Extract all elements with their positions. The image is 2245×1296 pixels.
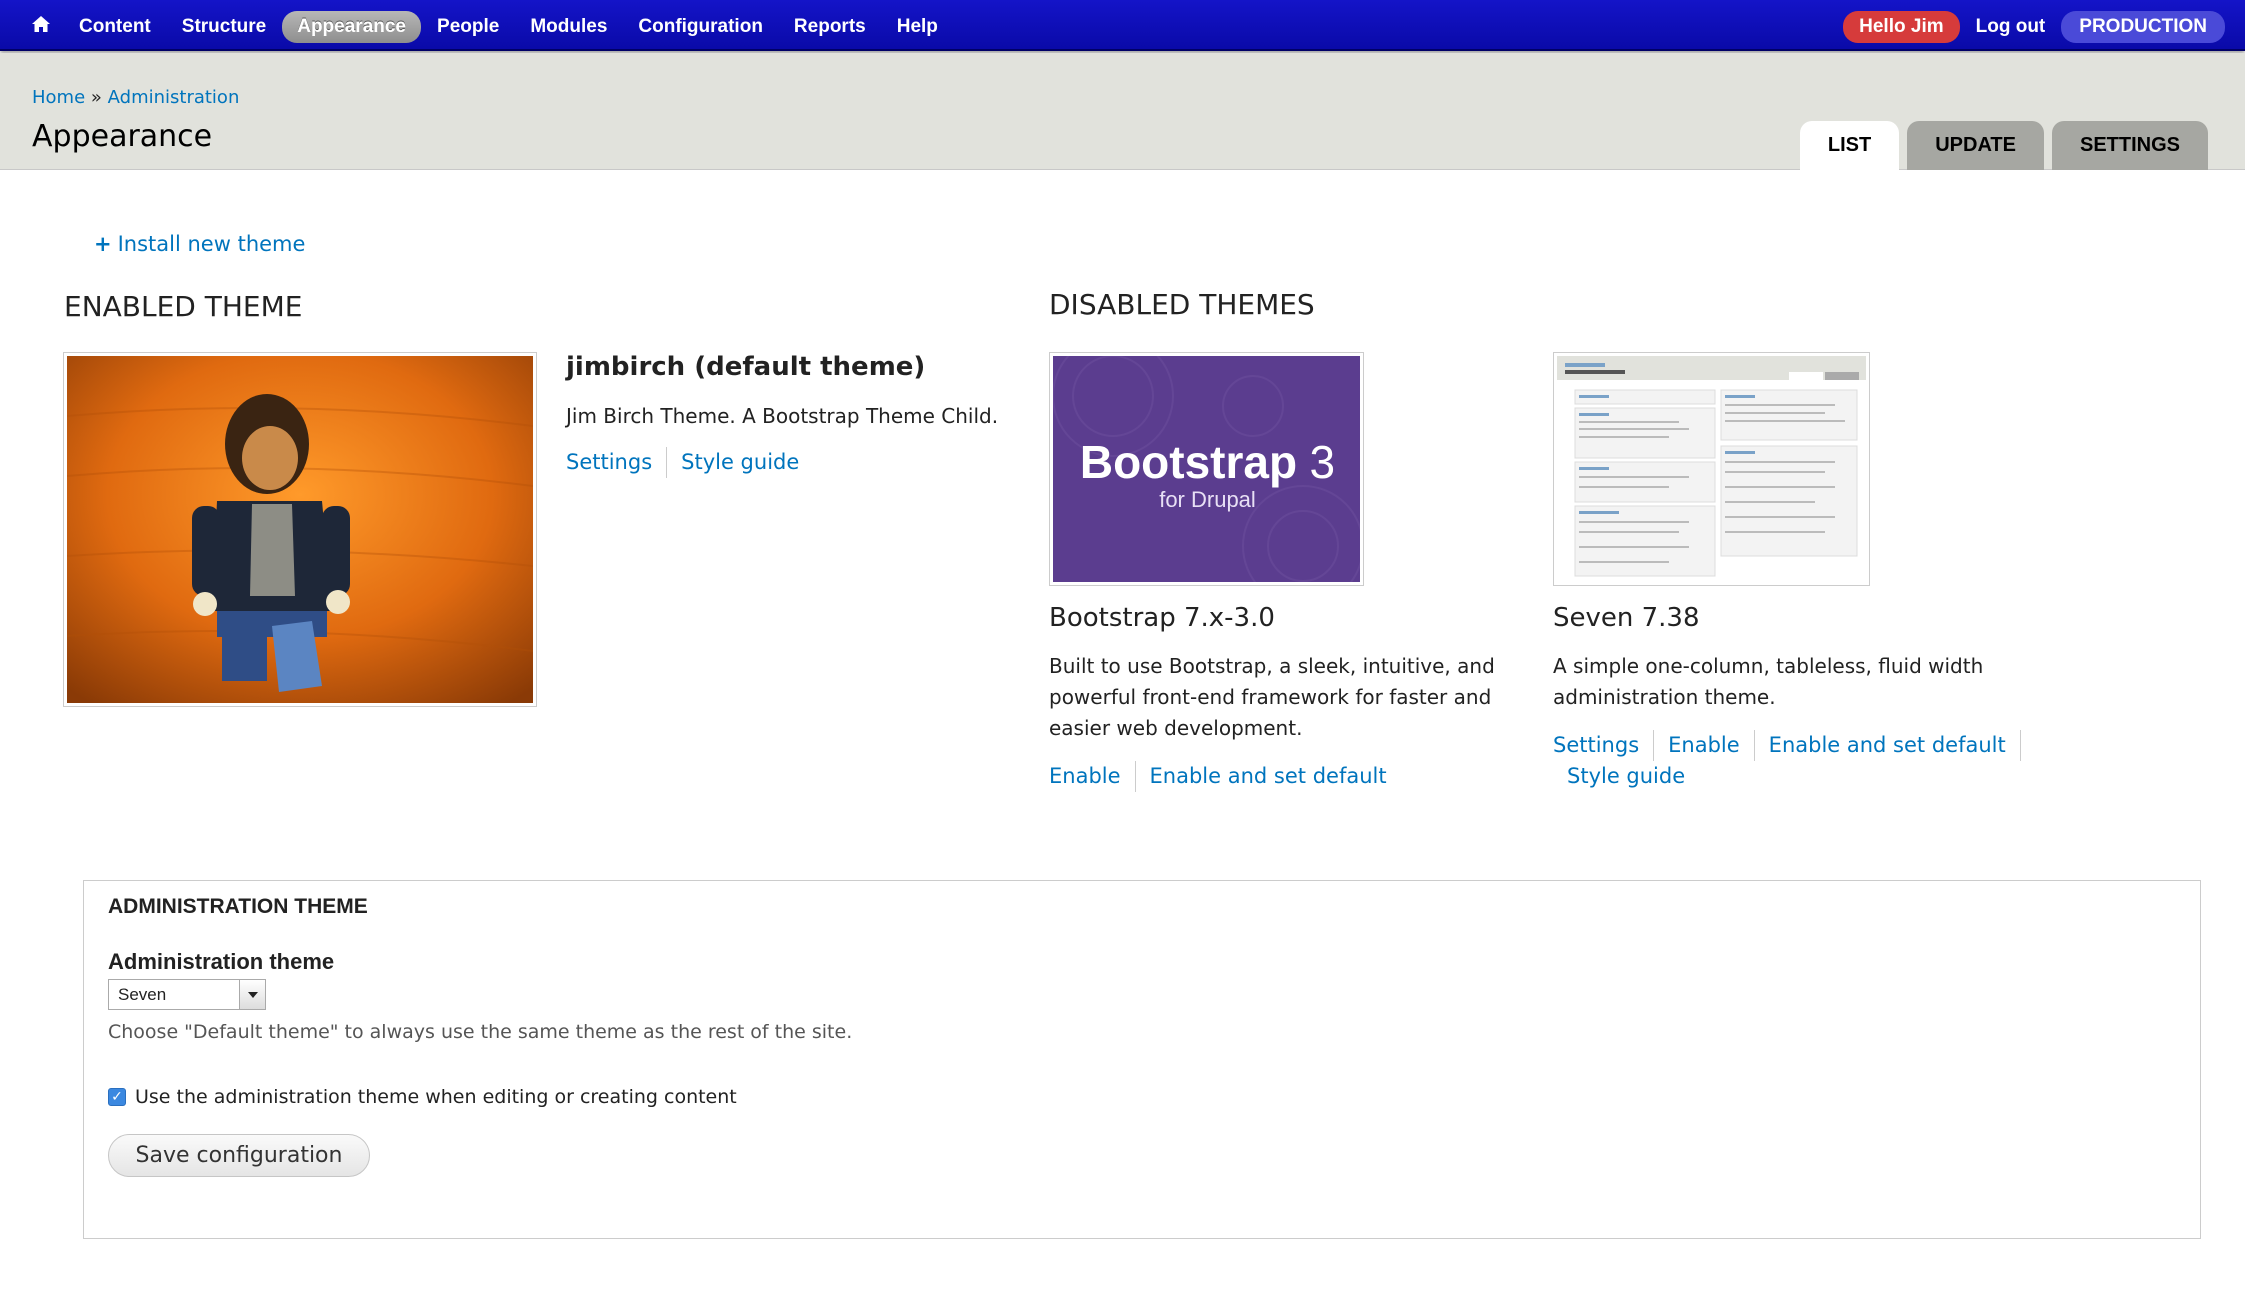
seven-theme-description: A simple one-column, tableless, fluid wi… <box>1553 654 1984 709</box>
bootstrap-enable-link[interactable]: Enable <box>1049 761 1135 792</box>
primary-tabs: LIST UPDATE SETTINGS <box>1792 121 2208 170</box>
admin-theme-selected-value: Seven <box>118 985 167 1004</box>
bootstrap-logo-main: Bootstrap <box>1079 436 1298 488</box>
seven-theme-screenshot <box>1553 352 1870 586</box>
bootstrap-theme-screenshot: Bootstrap 3 for Drupal <box>1049 335 1365 607</box>
page-header: Home » Administration Appearance LIST UP… <box>0 53 2245 170</box>
use-admin-theme-checkbox[interactable]: ✓ <box>108 1088 126 1106</box>
seven-enable-link[interactable]: Enable <box>1653 730 1754 761</box>
toolbar-user-area: Hello Jim Log out PRODUCTION <box>1843 11 2225 43</box>
toolbar-item-content[interactable]: Content <box>64 11 166 43</box>
chevron-down-icon <box>239 980 265 1009</box>
lego-figure-image <box>66 356 534 703</box>
bootstrap-theme-links: Enable Enable and set default <box>1049 761 1401 792</box>
enabled-theme-links: Settings Style guide <box>566 447 813 478</box>
admin-theme-legend: ADMINISTRATION THEME <box>108 895 368 918</box>
toolbar-item-modules[interactable]: Modules <box>515 11 622 43</box>
seven-style-guide-link[interactable]: Style guide <box>1553 761 1699 792</box>
tab-list[interactable]: LIST <box>1799 121 1900 170</box>
seven-enable-set-default-link[interactable]: Enable and set default <box>1753 730 2021 761</box>
bootstrap-enable-set-default-link[interactable]: Enable and set default <box>1134 761 1401 792</box>
page-title: Appearance <box>32 119 213 154</box>
breadcrumb-administration[interactable]: Administration <box>108 87 240 108</box>
toolbar-item-reports[interactable]: Reports <box>779 11 881 43</box>
toolbar-item-help[interactable]: Help <box>882 11 953 43</box>
bootstrap-logo-subtitle: for Drupal <box>1159 487 1256 512</box>
disabled-themes-heading: DISABLED THEMES <box>1049 288 1315 321</box>
toolbar-item-appearance[interactable]: Appearance <box>282 11 422 43</box>
bootstrap-theme-description: Built to use Bootstrap, a sleek, intuiti… <box>1049 654 1495 740</box>
enabled-theme-description: Jim Birch Theme. A Bootstrap Theme Child… <box>566 404 999 428</box>
seven-settings-link[interactable]: Settings <box>1553 730 1653 761</box>
seven-admin-preview-image <box>1557 356 1866 582</box>
enabled-theme-screenshot <box>63 352 537 707</box>
breadcrumb-home[interactable]: Home <box>32 87 85 108</box>
seven-theme-links: Settings Enable Enable and set default S… <box>1553 730 2023 792</box>
admin-theme-fieldset: ADMINISTRATION THEME Administration them… <box>83 880 2201 1239</box>
toolbar-item-configuration[interactable]: Configuration <box>623 11 778 43</box>
home-icon[interactable] <box>30 13 52 35</box>
bootstrap-theme-name: Bootstrap 7.x-3.0 <box>1049 603 1275 633</box>
use-admin-theme-label: Use the administration theme when editin… <box>135 1086 737 1108</box>
breadcrumb: Home » Administration <box>32 87 239 108</box>
use-admin-theme-row: ✓ Use the administration theme when edit… <box>108 1086 737 1108</box>
bootstrap-logo-number: 3 <box>1309 436 1336 488</box>
admin-theme-label: Administration theme <box>108 949 335 974</box>
plus-icon: + <box>94 232 112 256</box>
toolbar-item-structure[interactable]: Structure <box>167 11 281 43</box>
breadcrumb-separator: » <box>90 87 102 108</box>
environment-badge: PRODUCTION <box>2061 11 2225 43</box>
toolbar-menu: Content Structure Appearance People Modu… <box>64 11 954 43</box>
enabled-theme-settings-link[interactable]: Settings <box>566 447 666 478</box>
hello-user-link[interactable]: Hello Jim <box>1843 11 1960 43</box>
enabled-theme-style-guide-link[interactable]: Style guide <box>666 447 813 478</box>
install-new-theme-link[interactable]: + Install new theme <box>94 232 305 256</box>
admin-theme-help-text: Choose "Default theme" to always use the… <box>108 1021 853 1043</box>
toolbar-item-people[interactable]: People <box>422 11 514 43</box>
admin-theme-select[interactable]: Seven <box>108 979 266 1010</box>
tab-update[interactable]: UPDATE <box>1907 121 2044 170</box>
bootstrap-logo-text: Bootstrap 3 <box>1050 435 1365 489</box>
enabled-theme-name: jimbirch (default theme) <box>566 352 926 382</box>
logout-link[interactable]: Log out <box>1960 16 2062 38</box>
save-configuration-button[interactable]: Save configuration <box>108 1134 370 1177</box>
admin-toolbar: Content Structure Appearance People Modu… <box>0 0 2245 51</box>
seven-theme-name: Seven 7.38 <box>1553 603 1700 633</box>
enabled-theme-heading: ENABLED THEME <box>64 290 303 323</box>
install-link-label: Install new theme <box>117 232 306 256</box>
tab-settings[interactable]: SETTINGS <box>2051 121 2208 170</box>
